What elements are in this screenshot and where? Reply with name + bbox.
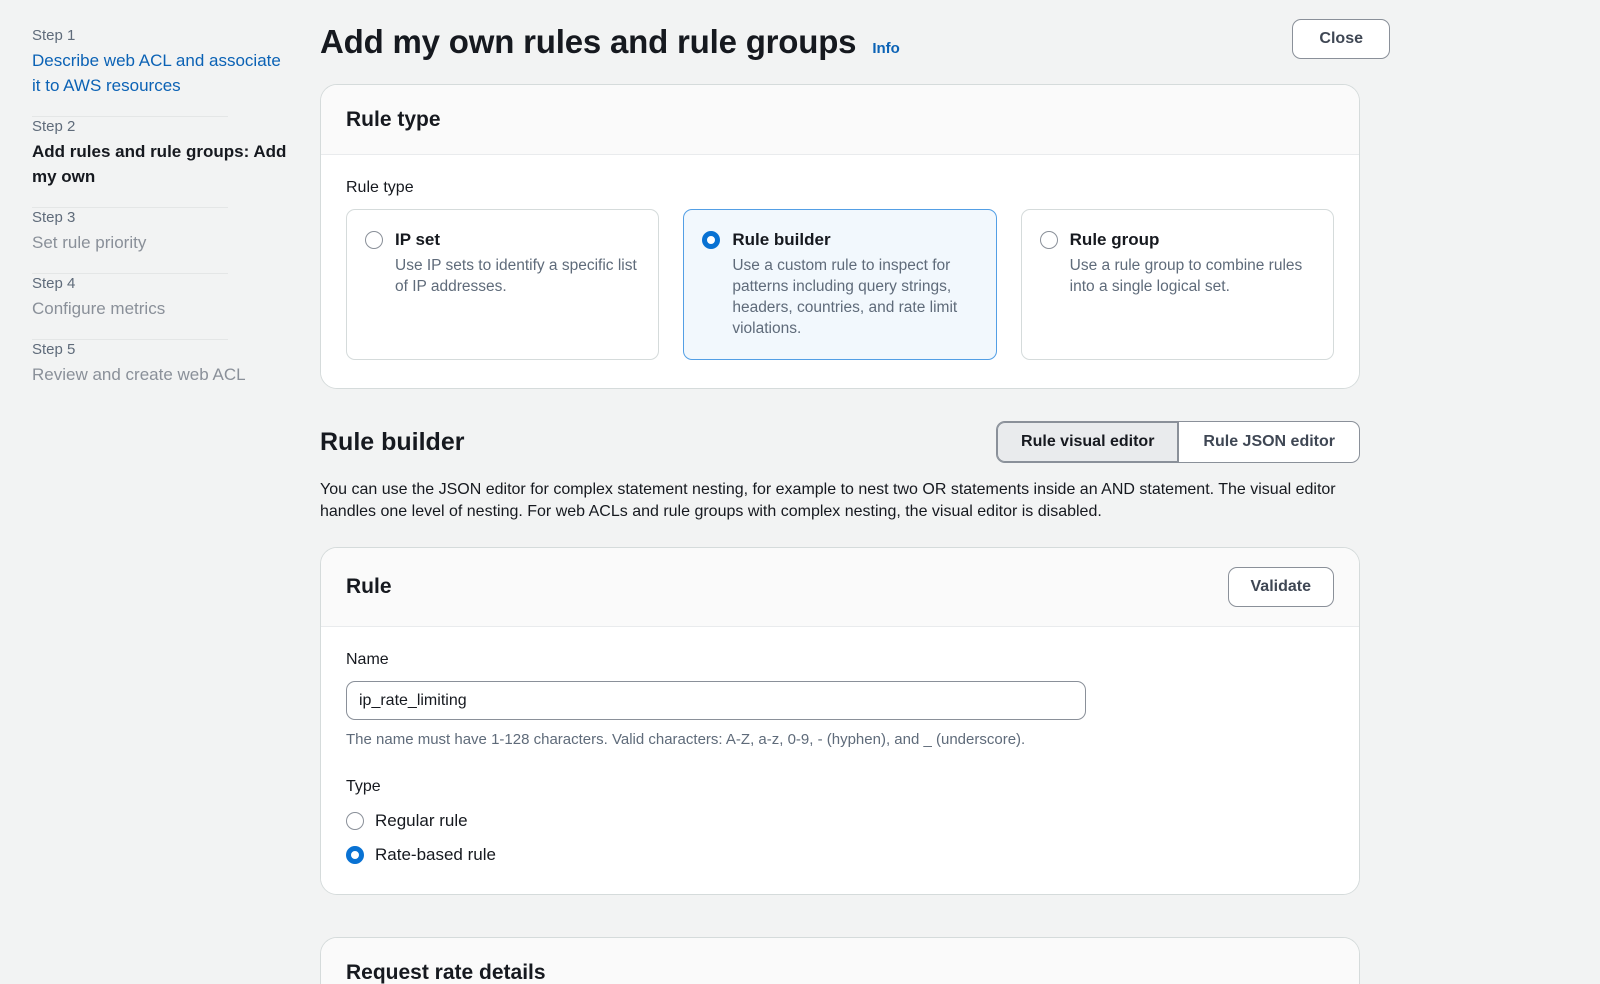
rule-heading: Rule: [346, 573, 392, 601]
step-label: Review and create web ACL: [32, 362, 288, 387]
rule-type-tile-ip-set[interactable]: IP set Use IP sets to identify a specifi…: [346, 209, 659, 360]
step-label: Configure metrics: [32, 296, 288, 321]
wizard-steps-sidebar: Step 1 Describe web ACL and associate it…: [0, 0, 320, 984]
step-number: Step 4: [32, 274, 288, 294]
step-number: Step 2: [32, 117, 288, 137]
radio-label: Rate-based rule: [375, 843, 496, 866]
main-content: Add my own rules and rule groups Info Cl…: [320, 0, 1600, 984]
tile-title: IP set: [395, 228, 638, 251]
tab-rule-visual-editor[interactable]: Rule visual editor: [996, 421, 1179, 463]
request-rate-details-heading: Request rate details: [346, 959, 546, 984]
tab-rule-json-editor[interactable]: Rule JSON editor: [1179, 421, 1360, 463]
step-label[interactable]: Describe web ACL and associate it to AWS…: [32, 48, 288, 98]
rule-name-input[interactable]: [346, 681, 1086, 720]
radio-icon-selected[interactable]: [346, 846, 364, 864]
request-rate-details-card: Request rate details: [320, 937, 1360, 984]
rule-card-header: Rule Validate: [321, 548, 1359, 627]
section-spacer: [320, 895, 1360, 937]
type-field-label: Type: [346, 776, 1334, 798]
request-rate-details-card-header: Request rate details: [321, 938, 1359, 984]
tile-title: Rule builder: [732, 228, 975, 251]
radio-icon[interactable]: [346, 812, 364, 830]
radio-label: Regular rule: [375, 809, 468, 832]
rule-type-tile-group: IP set Use IP sets to identify a specifi…: [346, 209, 1334, 360]
sidebar-step-4[interactable]: Step 4 Configure metrics: [32, 274, 288, 339]
page-root: Step 1 Describe web ACL and associate it…: [0, 0, 1600, 984]
tile-title: Rule group: [1070, 228, 1313, 251]
info-link[interactable]: Info: [872, 40, 900, 57]
sidebar-step-2[interactable]: Step 2 Add rules and rule groups: Add my…: [32, 117, 288, 207]
rule-builder-section-header: Rule builder Rule visual editor Rule JSO…: [320, 421, 1360, 463]
step-label: Set rule priority: [32, 230, 288, 255]
step-number: Step 1: [32, 26, 288, 46]
step-number: Step 5: [32, 340, 288, 360]
sidebar-step-1[interactable]: Step 1 Describe web ACL and associate it…: [32, 26, 288, 116]
tile-description: Use a custom rule to inspect for pattern…: [732, 255, 975, 339]
rule-type-heading: Rule type: [346, 106, 441, 134]
radio-regular-rule[interactable]: Regular rule: [346, 809, 1334, 832]
rule-type-field-label: Rule type: [346, 177, 1334, 199]
tile-description: Use IP sets to identify a specific list …: [395, 255, 638, 297]
rule-card: Rule Validate Name The name must have 1-…: [320, 547, 1360, 895]
editor-mode-toggle: Rule visual editor Rule JSON editor: [996, 421, 1360, 463]
radio-icon-selected[interactable]: [702, 231, 720, 249]
step-number: Step 3: [32, 208, 288, 228]
rule-name-hint: The name must have 1-128 characters. Val…: [346, 729, 1334, 750]
page-title: Add my own rules and rule groups: [320, 22, 856, 62]
rule-type-tile-rule-builder[interactable]: Rule builder Use a custom rule to inspec…: [683, 209, 996, 360]
radio-rate-based-rule[interactable]: Rate-based rule: [346, 843, 1334, 866]
rule-type-card-body: Rule type IP set Use IP sets to identify…: [321, 155, 1359, 388]
radio-icon[interactable]: [365, 231, 383, 249]
content-column: Rule type Rule type IP set Use IP sets t…: [320, 84, 1360, 984]
validate-button[interactable]: Validate: [1228, 567, 1334, 607]
page-header: Add my own rules and rule groups Info: [320, 0, 1600, 62]
sidebar-step-5[interactable]: Step 5 Review and create web ACL: [32, 340, 288, 405]
step-label: Add rules and rule groups: Add my own: [32, 139, 288, 189]
rule-builder-heading: Rule builder: [320, 426, 464, 458]
tile-description: Use a rule group to combine rules into a…: [1070, 255, 1313, 297]
radio-icon[interactable]: [1040, 231, 1058, 249]
name-field-label: Name: [346, 649, 1334, 671]
rule-type-radio-group: Type Regular rule Rate-based rule: [346, 776, 1334, 866]
rule-type-card: Rule type Rule type IP set Use IP sets t…: [320, 84, 1360, 389]
rule-type-card-header: Rule type: [321, 85, 1359, 155]
rule-builder-description: You can use the JSON editor for complex …: [320, 479, 1350, 523]
close-button[interactable]: Close: [1292, 19, 1390, 59]
rule-card-body: Name The name must have 1-128 characters…: [321, 627, 1359, 894]
sidebar-step-3[interactable]: Step 3 Set rule priority: [32, 208, 288, 273]
rule-type-tile-rule-group[interactable]: Rule group Use a rule group to combine r…: [1021, 209, 1334, 360]
